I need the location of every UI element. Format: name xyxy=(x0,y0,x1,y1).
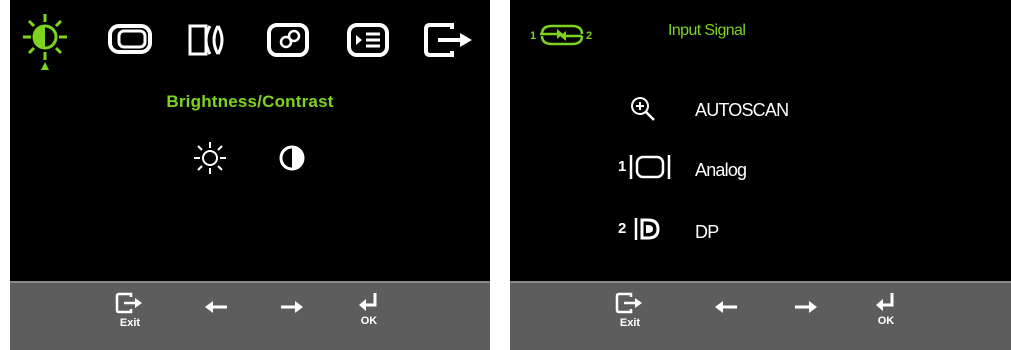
zoom-in-icon xyxy=(628,94,662,130)
arrow-right-icon xyxy=(281,301,303,313)
ok-label: OK xyxy=(360,315,378,327)
option-dp[interactable]: 2 DP xyxy=(510,214,1011,254)
input-signal-menu: 1 2 Input Signal AUTOSCAN 1 Analog 2 DP … xyxy=(510,0,1011,350)
dp-input-icon: 2 xyxy=(618,214,678,250)
exit-icon xyxy=(615,292,642,314)
contrast-icon[interactable] xyxy=(276,142,308,179)
input-signal-icon[interactable] xyxy=(344,20,394,65)
monitor-position-icon[interactable] xyxy=(106,20,156,65)
right-arrow-button[interactable] xyxy=(786,299,826,315)
svg-text:2: 2 xyxy=(586,30,592,42)
brightness-contrast-menu: Brightness/Contrast Exit OK xyxy=(10,0,490,350)
arrow-right-icon xyxy=(795,301,817,313)
menu-title: Brightness/Contrast xyxy=(166,92,334,111)
enter-icon xyxy=(876,293,894,311)
exit-button[interactable]: Exit xyxy=(110,291,150,329)
arrow-left-icon xyxy=(205,301,227,313)
exit-button[interactable]: Exit xyxy=(610,291,650,329)
input-number: 1 xyxy=(618,158,627,175)
sun-icon[interactable] xyxy=(192,140,228,181)
input-switch-icon: 1 2 xyxy=(530,24,594,51)
analog-input-icon: 1 xyxy=(618,152,678,188)
right-arrow-button[interactable] xyxy=(272,299,312,315)
ok-button[interactable]: OK xyxy=(349,291,389,327)
left-arrow-button[interactable] xyxy=(196,299,236,315)
option-label: Analog xyxy=(695,160,747,180)
color-setup-icon[interactable] xyxy=(264,20,314,65)
button-bar: Exit OK xyxy=(10,281,490,350)
image-setup-icon[interactable] xyxy=(184,20,234,65)
exit-label: Exit xyxy=(619,317,641,329)
arrow-left-icon xyxy=(715,301,737,313)
option-label: DP xyxy=(695,222,719,242)
option-label: AUTOSCAN xyxy=(695,100,789,120)
input-number: 2 xyxy=(618,220,627,237)
exit-icon xyxy=(115,292,142,314)
left-arrow-button[interactable] xyxy=(706,299,746,315)
exit-menu-icon[interactable] xyxy=(422,20,472,65)
option-analog[interactable]: 1 Analog xyxy=(510,152,1011,192)
button-bar: Exit OK xyxy=(510,281,1011,350)
svg-text:1: 1 xyxy=(530,30,536,42)
exit-label: Exit xyxy=(119,317,141,329)
menu-title: Input Signal xyxy=(668,22,746,39)
ok-label: OK xyxy=(877,315,895,327)
ok-button[interactable]: OK xyxy=(866,291,906,327)
enter-icon xyxy=(359,293,377,311)
brightness-icon[interactable] xyxy=(18,12,68,70)
option-autoscan[interactable]: AUTOSCAN xyxy=(510,92,1011,132)
